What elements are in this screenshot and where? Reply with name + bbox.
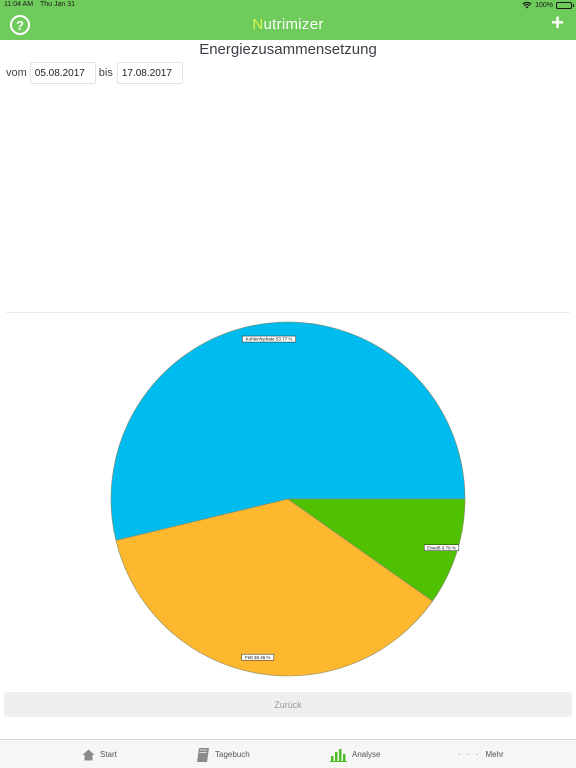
- tab-mehr-label: Mehr: [485, 750, 504, 759]
- back-button[interactable]: Zurück: [4, 692, 572, 717]
- more-dots-icon: · · ·: [458, 750, 481, 759]
- chart-divider: [6, 312, 570, 313]
- app-title-rest: utrimizer: [263, 16, 324, 33]
- app-title-initial: N: [252, 16, 264, 33]
- status-bar: 11:04 AM Thu Jan 31 100%: [0, 0, 576, 11]
- tab-analyse[interactable]: Analyse: [330, 740, 380, 768]
- svg-text:Kohlenhydrate 53.77 %: Kohlenhydrate 53.77 %: [246, 337, 293, 342]
- slice-kohlenhydrate: [110, 321, 466, 541]
- book-icon: [197, 747, 209, 762]
- label-eiweiss: Eiweiß 9.78 %: [424, 544, 460, 551]
- energy-pie-chart: Kohlenhydrate 53.77 % Fett 36.46 % Eiweiß …: [110, 321, 466, 677]
- status-date: Thu Jan 31: [40, 1, 76, 8]
- battery-percent: 100%: [535, 1, 553, 9]
- tab-tagebuch-label: Tagebuch: [215, 750, 250, 759]
- svg-text:Fett 36.46 %: Fett 36.46 %: [245, 655, 271, 660]
- tab-mehr[interactable]: · · · Mehr: [458, 740, 504, 768]
- status-time: 11:04 AM: [4, 1, 34, 8]
- navigation-bar: 11:04 AM Thu Jan 31 100% ? Nutrimizer +: [0, 0, 576, 40]
- status-right: 100%: [522, 1, 574, 9]
- bar-chart-icon: [330, 748, 347, 762]
- date-range: vom 05.08.2017 bis 17.08.2017: [6, 62, 183, 84]
- tab-tagebuch[interactable]: Tagebuch: [196, 740, 250, 768]
- label-kohlenhydrate: Kohlenhydrate 53.77 %: [242, 335, 296, 343]
- battery-icon: [556, 1, 574, 9]
- to-label: bis: [98, 67, 113, 79]
- to-date-field[interactable]: 17.08.2017: [116, 62, 183, 84]
- tab-start[interactable]: Start: [82, 740, 117, 768]
- tab-bar: Start Tagebuch Analyse · · · Mehr: [0, 739, 576, 768]
- svg-text:Eiweiß 9.78 %: Eiweiß 9.78 %: [427, 545, 456, 550]
- house-icon: [82, 749, 95, 760]
- page-title: Energiezusammensetzung: [199, 41, 377, 58]
- add-icon[interactable]: +: [551, 12, 564, 34]
- tab-analyse-label: Analyse: [352, 750, 381, 759]
- app-title: Nutrimizer: [0, 16, 576, 33]
- slice-eiweiss: [287, 498, 466, 602]
- tab-start-label: Start: [100, 750, 117, 759]
- slice-fett: [115, 498, 434, 677]
- from-date-field[interactable]: 05.08.2017: [29, 62, 96, 84]
- wifi-icon: [522, 1, 532, 9]
- label-fett: Fett 36.46 %: [241, 653, 275, 661]
- from-label: vom: [6, 67, 27, 79]
